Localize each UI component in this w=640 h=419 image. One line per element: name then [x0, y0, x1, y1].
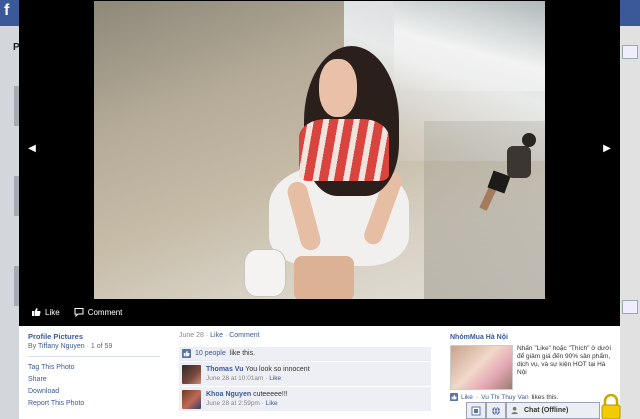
album-position: · 1 of 59: [86, 343, 113, 350]
comment-photo-button[interactable]: Comment: [74, 305, 123, 319]
like-link[interactable]: Like: [210, 332, 223, 339]
previous-photo-arrow-icon[interactable]: ◀: [27, 143, 37, 155]
applications-icon: [471, 406, 481, 415]
divider: [28, 356, 160, 357]
sponsored-ad: NhómMua Hà Nội Nhấn "Like" hoặc "Thích" …: [450, 332, 612, 401]
photo-theater: ◀ ▶ Like Comment: [19, 0, 620, 326]
photo-boy-head: [522, 133, 536, 147]
background-right-column: [620, 26, 640, 419]
avatar[interactable]: [182, 365, 201, 384]
avatar[interactable]: [182, 390, 201, 409]
photo-date: June 28: [179, 332, 204, 339]
chat-button[interactable]: Chat (Offline): [506, 402, 600, 419]
ad-like-suffix: likes this.: [531, 393, 559, 401]
tag-photo-link[interactable]: Tag This Photo: [28, 364, 160, 371]
feedback-column: June 28 · Like · Comment 10 people like …: [179, 332, 431, 411]
ad-image[interactable]: [450, 345, 513, 390]
comment-like-link[interactable]: Like: [266, 400, 278, 407]
comment-time: June 28 at 2:59pm: [206, 400, 260, 407]
comment-link[interactable]: Comment: [229, 332, 259, 339]
ad-like-link[interactable]: Like: [461, 394, 473, 401]
album-title-link[interactable]: Profile Pictures: [28, 332, 160, 341]
download-link[interactable]: Download: [28, 388, 160, 395]
photo-boy-body: [507, 146, 531, 178]
comment-item: Khoa Nguyen cuteeeee!!! June 28 at 2:59p…: [179, 387, 431, 411]
comment-item: Thomas Vu You look so innocent June 28 a…: [179, 362, 431, 386]
globe-icon: [492, 406, 500, 415]
album-owner-link[interactable]: Tiffany Nguyen: [38, 343, 85, 350]
comment-like-link[interactable]: Like: [269, 375, 281, 382]
report-photo-link[interactable]: Report This Photo: [28, 400, 160, 407]
photo-surf: [394, 1, 545, 91]
album-meta: By Tiffany Nguyen · 1 of 59: [28, 343, 160, 350]
background-box: [622, 300, 638, 314]
thumbs-up-icon: [182, 349, 191, 358]
photo-girl-top: [299, 119, 389, 181]
album-by-prefix: By: [28, 343, 37, 350]
comment-meta: June 28 at 2:59pm · Like: [206, 400, 278, 407]
comment-label: Comment: [87, 307, 123, 317]
facebook-logo: f: [4, 2, 10, 19]
photo: [94, 1, 545, 299]
lock-icon: [601, 394, 621, 419]
album-column: Profile Pictures By Tiffany Nguyen · 1 o…: [28, 332, 160, 412]
comment-author-link[interactable]: Khoa Nguyen: [206, 391, 251, 398]
likes-summary: 10 people like this.: [179, 347, 431, 361]
photo-girl-legs: [294, 256, 354, 299]
thumbs-up-icon: [32, 308, 41, 316]
ad-liker-link[interactable]: Vu Thi Thuy Van: [481, 394, 528, 401]
thumbs-up-icon: [450, 393, 458, 401]
photo-date-line: June 28 · Like · Comment: [179, 332, 260, 339]
applications-button[interactable]: [466, 402, 486, 419]
like-photo-button[interactable]: Like: [31, 305, 60, 319]
background-left-column: [0, 26, 20, 419]
comment-time: June 28 at 10:01am: [206, 375, 264, 382]
background-box: [622, 45, 638, 59]
comment-text: cuteeeee!!!: [253, 391, 288, 398]
comment-meta: June 28 at 10:01am · Like: [206, 375, 282, 382]
share-link[interactable]: Share: [28, 376, 160, 383]
chat-status-icon: [511, 406, 518, 415]
ad-title-link[interactable]: NhómMua Hà Nội: [450, 334, 508, 341]
comment-author-link[interactable]: Thomas Vu: [206, 366, 243, 373]
comment-bubble-icon: [74, 308, 84, 317]
ad-text: Nhấn "Like" hoặc "Thích" ở dưới để giảm …: [517, 345, 612, 376]
like-label: Like: [45, 307, 60, 317]
photo-girl-face: [319, 59, 357, 117]
likers-link[interactable]: 10 people: [195, 350, 226, 357]
likes-suffix: like this.: [229, 350, 256, 357]
ad-like-line: Like · Vu Thi Thuy Van likes this.: [450, 393, 558, 401]
chat-label: Chat (Offline): [524, 407, 569, 414]
notifications-button[interactable]: [486, 402, 506, 419]
photo-actions-bar: Like Comment: [31, 305, 122, 319]
next-photo-arrow-icon[interactable]: ▶: [602, 143, 612, 155]
comment-text: You look so innocent: [245, 366, 310, 373]
photo-shoes: [244, 249, 286, 297]
